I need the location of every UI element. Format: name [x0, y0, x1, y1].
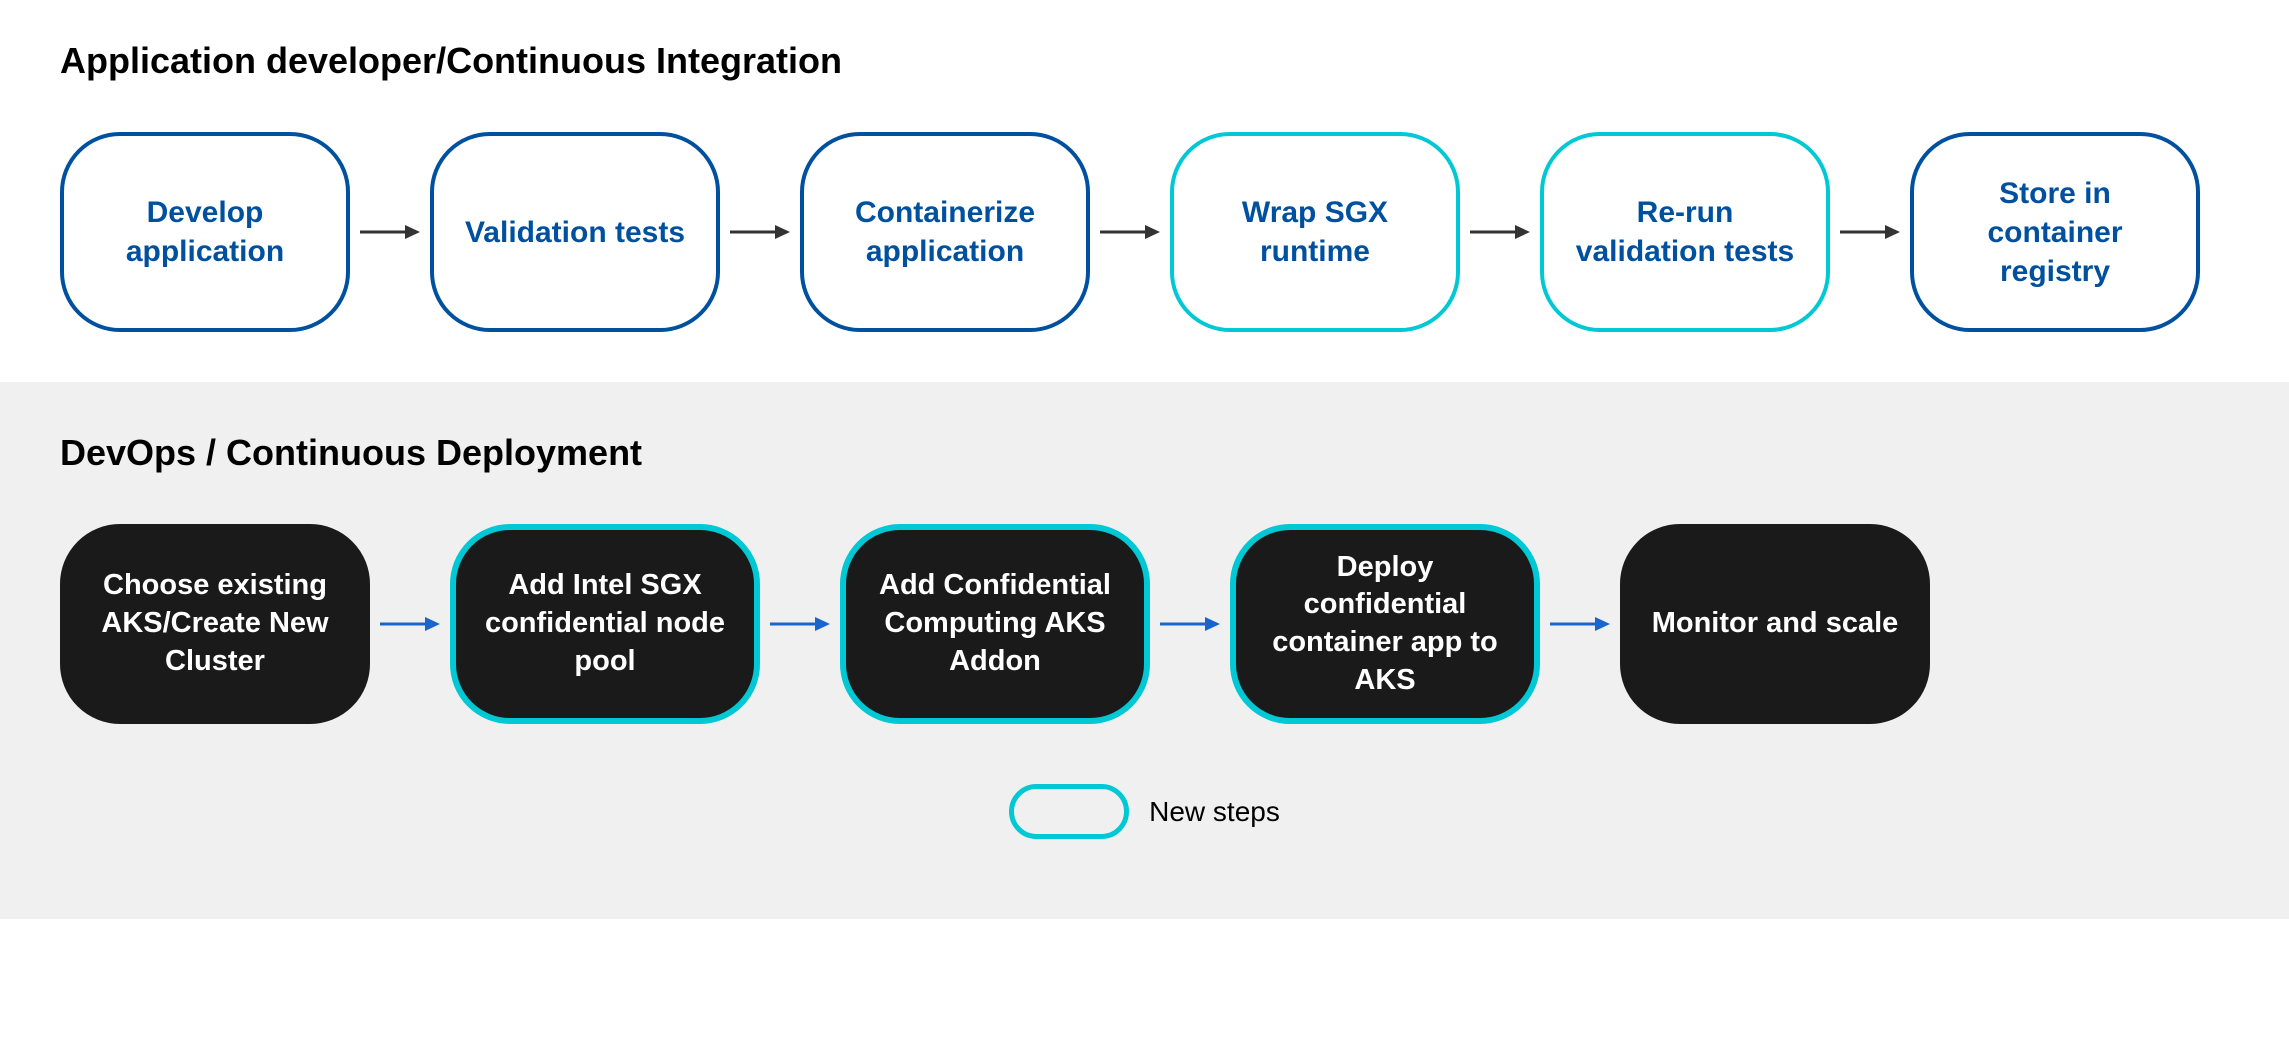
bottom-title: DevOps / Continuous Deployment	[60, 432, 2229, 474]
legend-shape	[1009, 784, 1129, 839]
arrow-3	[1090, 217, 1170, 247]
top-flow-row: Develop application Validation tests Con…	[60, 132, 2229, 332]
node-deploy: Deploy confidential container app to AKS	[1230, 524, 1540, 724]
node-store: Store in container registry	[1910, 132, 2200, 332]
arrow-2	[720, 217, 800, 247]
node-validation: Validation tests	[430, 132, 720, 332]
node-add-sgx: Add Intel SGX confidential node pool	[450, 524, 760, 724]
bottom-section: DevOps / Continuous Deployment Choose ex…	[0, 382, 2289, 919]
top-title: Application developer/Continuous Integra…	[60, 40, 2229, 82]
node-choose: Choose existing AKS/Create New Cluster	[60, 524, 370, 724]
bottom-arrow-2	[760, 609, 840, 639]
arrow-4	[1460, 217, 1540, 247]
bottom-arrow-1	[370, 609, 450, 639]
node-containerize: Containerize application	[800, 132, 1090, 332]
node-monitor: Monitor and scale	[1620, 524, 1930, 724]
node-wrap-sgx: Wrap SGX runtime	[1170, 132, 1460, 332]
arrow-5	[1830, 217, 1910, 247]
node-rerun: Re-run validation tests	[1540, 132, 1830, 332]
arrow-1	[350, 217, 430, 247]
bottom-arrow-3	[1150, 609, 1230, 639]
node-add-cc: Add Confidential Computing AKS Addon	[840, 524, 1150, 724]
node-develop: Develop application	[60, 132, 350, 332]
top-section: Application developer/Continuous Integra…	[0, 0, 2289, 382]
legend: New steps	[60, 784, 2229, 839]
legend-label: New steps	[1149, 796, 1280, 828]
bottom-flow-row: Choose existing AKS/Create New Cluster A…	[60, 524, 2229, 724]
bottom-arrow-4	[1540, 609, 1620, 639]
